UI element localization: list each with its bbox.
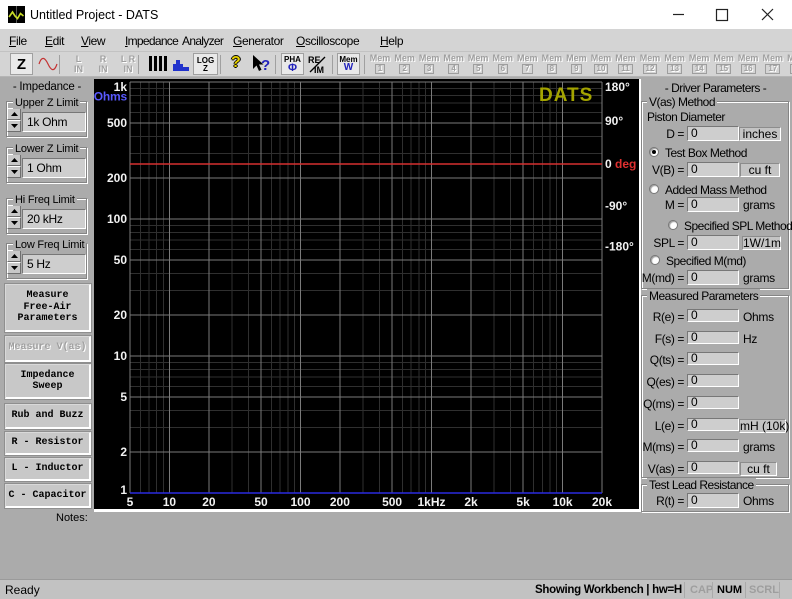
svg-text:DATS: DATS: [539, 85, 593, 106]
svg-text:5: 5: [127, 495, 134, 509]
svg-text:10k: 10k: [553, 495, 573, 509]
svg-text:200: 200: [330, 495, 350, 509]
svg-text:20: 20: [202, 495, 216, 509]
svg-text:90°: 90°: [605, 114, 623, 128]
svg-text:180°: 180°: [605, 80, 630, 94]
svg-text:Ohms: Ohms: [94, 90, 128, 104]
svg-text:-90°: -90°: [605, 199, 627, 213]
svg-text:10: 10: [163, 495, 177, 509]
svg-text:500: 500: [382, 495, 402, 509]
svg-text:1kHz: 1kHz: [417, 495, 445, 509]
svg-text:100: 100: [107, 212, 127, 226]
svg-text:5k: 5k: [516, 495, 530, 509]
svg-text:-180°: -180°: [605, 240, 634, 254]
svg-text:20k: 20k: [592, 495, 612, 509]
svg-text:50: 50: [254, 495, 268, 509]
svg-text:200: 200: [107, 171, 127, 185]
svg-text:100: 100: [290, 495, 310, 509]
svg-text:5: 5: [120, 390, 127, 404]
svg-text:2: 2: [120, 445, 127, 459]
svg-text:?: ?: [261, 57, 270, 74]
svg-text:50: 50: [114, 253, 128, 267]
svg-text:500: 500: [107, 116, 127, 130]
svg-text:2k: 2k: [464, 495, 478, 509]
svg-text:10: 10: [114, 349, 128, 363]
svg-text:20: 20: [114, 308, 128, 322]
svg-text:0 deg: 0 deg: [605, 157, 636, 171]
